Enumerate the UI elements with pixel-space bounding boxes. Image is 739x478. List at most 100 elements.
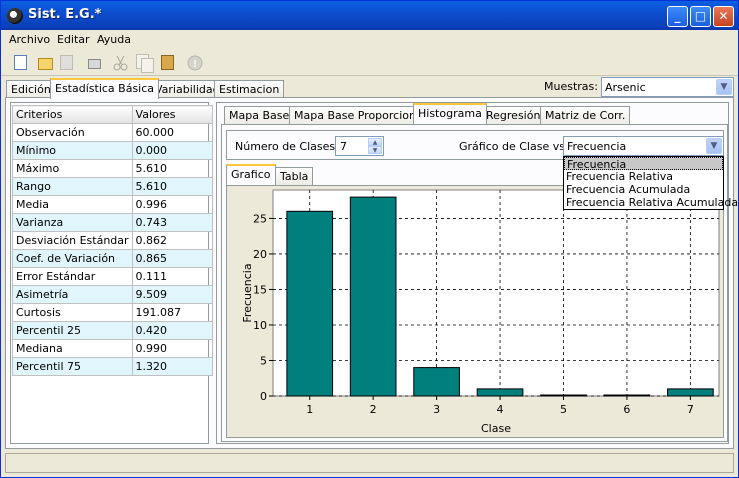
save-icon[interactable]: [57, 53, 77, 73]
info-icon[interactable]: !: [185, 53, 205, 73]
print-icon[interactable]: [85, 53, 105, 73]
muestras-label: Muestras:: [544, 80, 598, 93]
valor-cell: 0.990: [131, 339, 213, 358]
table-row[interactable]: Error Estándar 0.111: [12, 267, 213, 286]
histogram-bar: [603, 394, 651, 397]
tab-matriz-de-corr[interactable]: Matriz de Corr.: [540, 106, 631, 124]
criterio-cell: Media: [12, 195, 133, 214]
table-row[interactable]: Observación 60.000: [12, 123, 213, 142]
maximize-button[interactable]: □: [690, 6, 711, 27]
table-row[interactable]: Media 0.996: [12, 195, 213, 214]
num-clases-label: Número de Clases:: [235, 140, 339, 153]
criterio-cell: Error Estándar: [12, 267, 133, 286]
decrement-icon[interactable]: ▼: [368, 146, 382, 154]
histogram-bar: [476, 388, 524, 397]
criterio-cell: Mínimo: [12, 141, 133, 160]
tab-grafico[interactable]: Grafico: [226, 164, 276, 185]
menu-bar: Archivo Editar Ayuda: [1, 30, 738, 50]
histogram-bar: [540, 394, 587, 397]
y-axis-label: Frecuencia: [241, 263, 254, 322]
column-header-valores[interactable]: Valores: [131, 105, 213, 124]
cut-icon[interactable]: [111, 53, 131, 73]
menu-ayuda[interactable]: Ayuda: [97, 33, 131, 46]
dropdown-option-frecuencia-relativa-acumulada[interactable]: Frecuencia Relativa Acumulada: [564, 196, 738, 209]
x-tick-label: 4: [497, 403, 504, 416]
new-file-icon[interactable]: [11, 53, 31, 73]
tab-edicion[interactable]: Edición: [6, 80, 56, 98]
muestras-value: Arsenic: [605, 81, 646, 94]
histogram-bar: [349, 196, 397, 397]
criterio-cell: Curtosis: [12, 303, 133, 322]
menu-editar[interactable]: Editar: [57, 33, 90, 46]
valor-cell: 0.111: [131, 267, 213, 286]
criterio-cell: Percentil 25: [12, 321, 133, 340]
valor-cell: 0.996: [131, 195, 213, 214]
tab-mapa-base[interactable]: Mapa Base: [224, 106, 295, 124]
histogram-bar: [667, 388, 714, 397]
tab-mapa-base-proporcional[interactable]: Mapa Base Proporcional: [289, 106, 431, 124]
table-row[interactable]: Curtosis 191.087: [12, 303, 213, 322]
x-tick-label: 1: [306, 403, 313, 416]
menu-archivo[interactable]: Archivo: [9, 33, 50, 46]
title-bar[interactable]: Sist. E.G.* _ □ ✕: [1, 1, 738, 30]
tab-tabla[interactable]: Tabla: [275, 167, 314, 185]
dropdown-option-frecuencia[interactable]: Frecuencia: [564, 157, 723, 171]
app-window: Sist. E.G.* _ □ ✕ Archivo Editar Ayuda !…: [0, 0, 739, 478]
criterio-cell: Mediana: [12, 339, 133, 358]
x-tick-label: 2: [370, 403, 377, 416]
sub-tab-bar: Mapa Base Mapa Base Proporcional Histogr…: [221, 103, 641, 124]
increment-icon[interactable]: ▲: [368, 138, 382, 146]
table-header-row: Criterios Valores: [12, 105, 213, 124]
valor-cell: 191.087: [131, 303, 213, 322]
valor-cell: 1.320: [131, 357, 213, 376]
table-row[interactable]: Desviación Estándar 0.862: [12, 231, 213, 250]
valor-cell: 0.865: [131, 249, 213, 268]
plot-area: [272, 189, 720, 397]
tab-histograma[interactable]: Histograma: [413, 103, 487, 124]
y-tick-label: 25: [253, 212, 267, 225]
criterio-cell: Máximo: [12, 159, 133, 178]
muestras-select[interactable]: Arsenic ▼: [601, 77, 734, 97]
y-tick-label: 20: [253, 248, 267, 261]
y-tick-label: 5: [260, 354, 267, 367]
valor-cell: 9.509: [131, 285, 213, 304]
valor-cell: 5.610: [131, 177, 213, 196]
table-row[interactable]: Mediana 0.990: [12, 339, 213, 358]
minimize-button[interactable]: _: [667, 6, 688, 27]
num-clases-stepper[interactable]: 7 ▲ ▼: [335, 136, 384, 156]
copy-icon[interactable]: [135, 53, 155, 73]
column-header-criterios[interactable]: Criterios: [12, 105, 133, 124]
table-row[interactable]: Mínimo 0.000: [12, 141, 213, 160]
app-icon: [7, 8, 23, 24]
histogram-bar: [286, 210, 334, 397]
window-title: Sist. E.G.*: [28, 7, 102, 22]
criterio-cell: Rango: [12, 177, 133, 196]
valor-cell: 60.000: [131, 123, 213, 142]
chart-panel: 0 5 10 15 20 25 1 2 3 4 5 6 7 Clase Frecuencia: [226, 185, 724, 438]
grafico-clase-label: Gráfico de Clase vs:: [459, 140, 569, 153]
table-row[interactable]: Percentil 75 1.320: [12, 357, 213, 376]
status-bar: [5, 453, 734, 473]
tab-estadistica-basica[interactable]: Estadística Básica: [50, 78, 160, 99]
open-folder-icon[interactable]: [35, 53, 55, 73]
paste-icon[interactable]: [158, 53, 178, 73]
y-tick-label: 15: [253, 283, 267, 296]
valor-cell: 0.743: [131, 213, 213, 232]
grafico-clase-select[interactable]: Frecuencia ▼: [563, 136, 724, 156]
table-row[interactable]: Percentil 25 0.420: [12, 321, 213, 340]
chevron-down-icon[interactable]: ▼: [706, 138, 722, 154]
table-row[interactable]: Asimetría 9.509: [12, 285, 213, 304]
table-row[interactable]: Rango 5.610: [12, 177, 213, 196]
dropdown-option-frecuencia-relativa[interactable]: Frecuencia Relativa: [564, 170, 723, 183]
tab-regresion[interactable]: Regresión: [481, 106, 546, 124]
table-row[interactable]: Máximo 5.610: [12, 159, 213, 178]
y-tick-label: 0: [260, 390, 267, 403]
toolbar: !: [1, 50, 738, 76]
table-row[interactable]: Varianza 0.743: [12, 213, 213, 232]
dropdown-option-frecuencia-acumulada[interactable]: Frecuencia Acumulada: [564, 183, 723, 196]
tab-estimacion[interactable]: Estimacion: [214, 80, 285, 98]
num-clases-value: 7: [340, 140, 347, 153]
table-row[interactable]: Coef. de Variación 0.865: [12, 249, 213, 268]
close-button[interactable]: ✕: [713, 6, 734, 27]
chevron-down-icon[interactable]: ▼: [716, 79, 732, 95]
